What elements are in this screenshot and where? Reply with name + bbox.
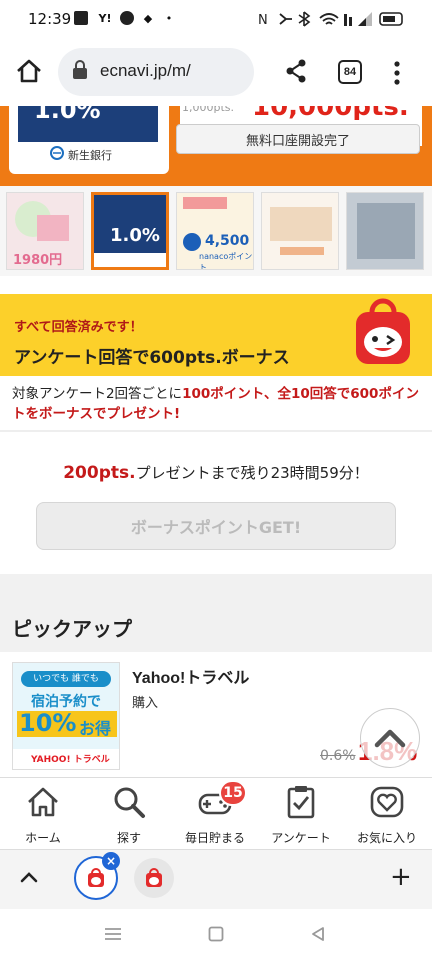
bonus-title: アンケート回答で600pts.ボーナス [14, 343, 290, 368]
mascot-bag-icon [356, 298, 410, 364]
carousel-item-bank[interactable]: 1.0% [91, 192, 169, 270]
discord-notification-icon [120, 11, 134, 25]
yahoo-travel-image[interactable]: いつでも 誰でも 宿泊予約で 10% お得 YAHOO! トラベル [12, 662, 120, 770]
carousel-item-present[interactable] [261, 192, 339, 270]
bonus-title-pre: アンケート回答で [14, 348, 150, 368]
url-text[interactable]: ecnavi.jp/m/ [100, 61, 191, 81]
bonus-desc-pre: 対象アンケート2回答ごとに [12, 386, 183, 402]
back-icon[interactable] [310, 926, 326, 942]
status-bar: 12:39 Y! ◆ • N [0, 0, 432, 38]
countdown-pts: 200pts. [63, 463, 136, 483]
heart-icon [370, 786, 404, 818]
bonus-title-post: ボーナス [221, 348, 290, 368]
nav-home-label: ホーム [25, 831, 61, 845]
bonus-points: 10,000pts. [252, 106, 409, 120]
nav-search-label: 探す [116, 831, 141, 845]
bonus-status: すべて回答済みです！ [14, 320, 143, 335]
yahoo-notification-icon: Y! [98, 11, 112, 25]
app-notification-icon [74, 11, 88, 25]
share-icon[interactable] [284, 58, 308, 84]
recent-apps-icon[interactable] [104, 927, 122, 941]
system-status-icons: N [258, 11, 403, 28]
home-icon[interactable] [14, 56, 44, 86]
pickup-heading: ピックアップ [12, 617, 132, 641]
nav-home[interactable]: ホーム [0, 778, 86, 850]
tag-notification-icon: ◆ [143, 11, 153, 25]
item-title[interactable]: Yahoo!トラベル [132, 664, 249, 688]
nav-daily-label: 毎日貯まる [184, 831, 245, 845]
carousel-item-nanaco[interactable]: 4,500 nanacoポイント [176, 192, 254, 270]
old-rate: 0.6% [320, 748, 356, 764]
overflow-menu-icon[interactable] [392, 60, 402, 86]
search-icon [114, 787, 145, 818]
item-category: 購入 [132, 696, 159, 711]
browser-toolbar: ecnavi.jp/m/ 84 [0, 38, 432, 106]
tab-switcher-button[interactable]: 84 [338, 60, 362, 84]
nav-survey[interactable]: アンケート [258, 778, 344, 850]
tab-group-bar [0, 849, 432, 909]
bank-name: 新生銀行 [68, 149, 112, 162]
system-navigation-bar [0, 909, 432, 960]
account-opened-button[interactable]: 無料口座開設完了 [176, 124, 420, 154]
svg-text:N: N [258, 13, 268, 28]
home-square-icon[interactable] [208, 926, 224, 942]
divider [0, 430, 432, 432]
site-favicon-icon [88, 868, 104, 887]
bonus-description: 対象アンケート2回答ごとに100ポイント、全10回答で600ポイントをボーナスで… [12, 384, 422, 424]
more-notifications-icon: • [165, 11, 173, 25]
chevron-up-icon[interactable] [18, 866, 40, 888]
nav-favorites-label: お気に入り [356, 831, 417, 845]
countdown-text: プレゼントまで残り23時間59分！ [135, 464, 369, 482]
bank-rate-text: 1.0% [34, 106, 101, 124]
home-icon [28, 787, 58, 817]
carousel-item-oisix[interactable]: 1980円 [6, 192, 84, 270]
bank-logo-icon [50, 146, 64, 160]
nav-survey-label: アンケート [271, 831, 331, 845]
notification-badge: 15 [219, 780, 247, 806]
carousel-item-gray[interactable] [346, 192, 424, 270]
bonus-countdown: 200pts.プレゼントまで残り23時間59分！ [0, 462, 432, 483]
new-tab-button[interactable]: + [390, 862, 412, 892]
close-tab-button[interactable]: × [102, 852, 120, 870]
previous-points: 1,000pts. [182, 106, 235, 114]
chevron-up-icon [374, 729, 406, 748]
scroll-top-button[interactable] [360, 708, 420, 768]
lock-icon [73, 60, 87, 79]
bottom-navigation: ホーム 探す 毎日貯まる アンケート お気に入り [0, 777, 432, 849]
nav-search[interactable]: 探す [86, 778, 172, 850]
nav-favorites[interactable]: お気に入り [344, 778, 430, 850]
inactive-tab[interactable] [134, 858, 174, 898]
bonus-title-pts: 600pts. [149, 348, 222, 368]
status-time: 12:39 [28, 10, 72, 28]
site-favicon-icon [146, 868, 162, 887]
clipboard-icon [287, 786, 315, 819]
get-bonus-button[interactable]: ボーナスポイントGET! [36, 502, 396, 550]
